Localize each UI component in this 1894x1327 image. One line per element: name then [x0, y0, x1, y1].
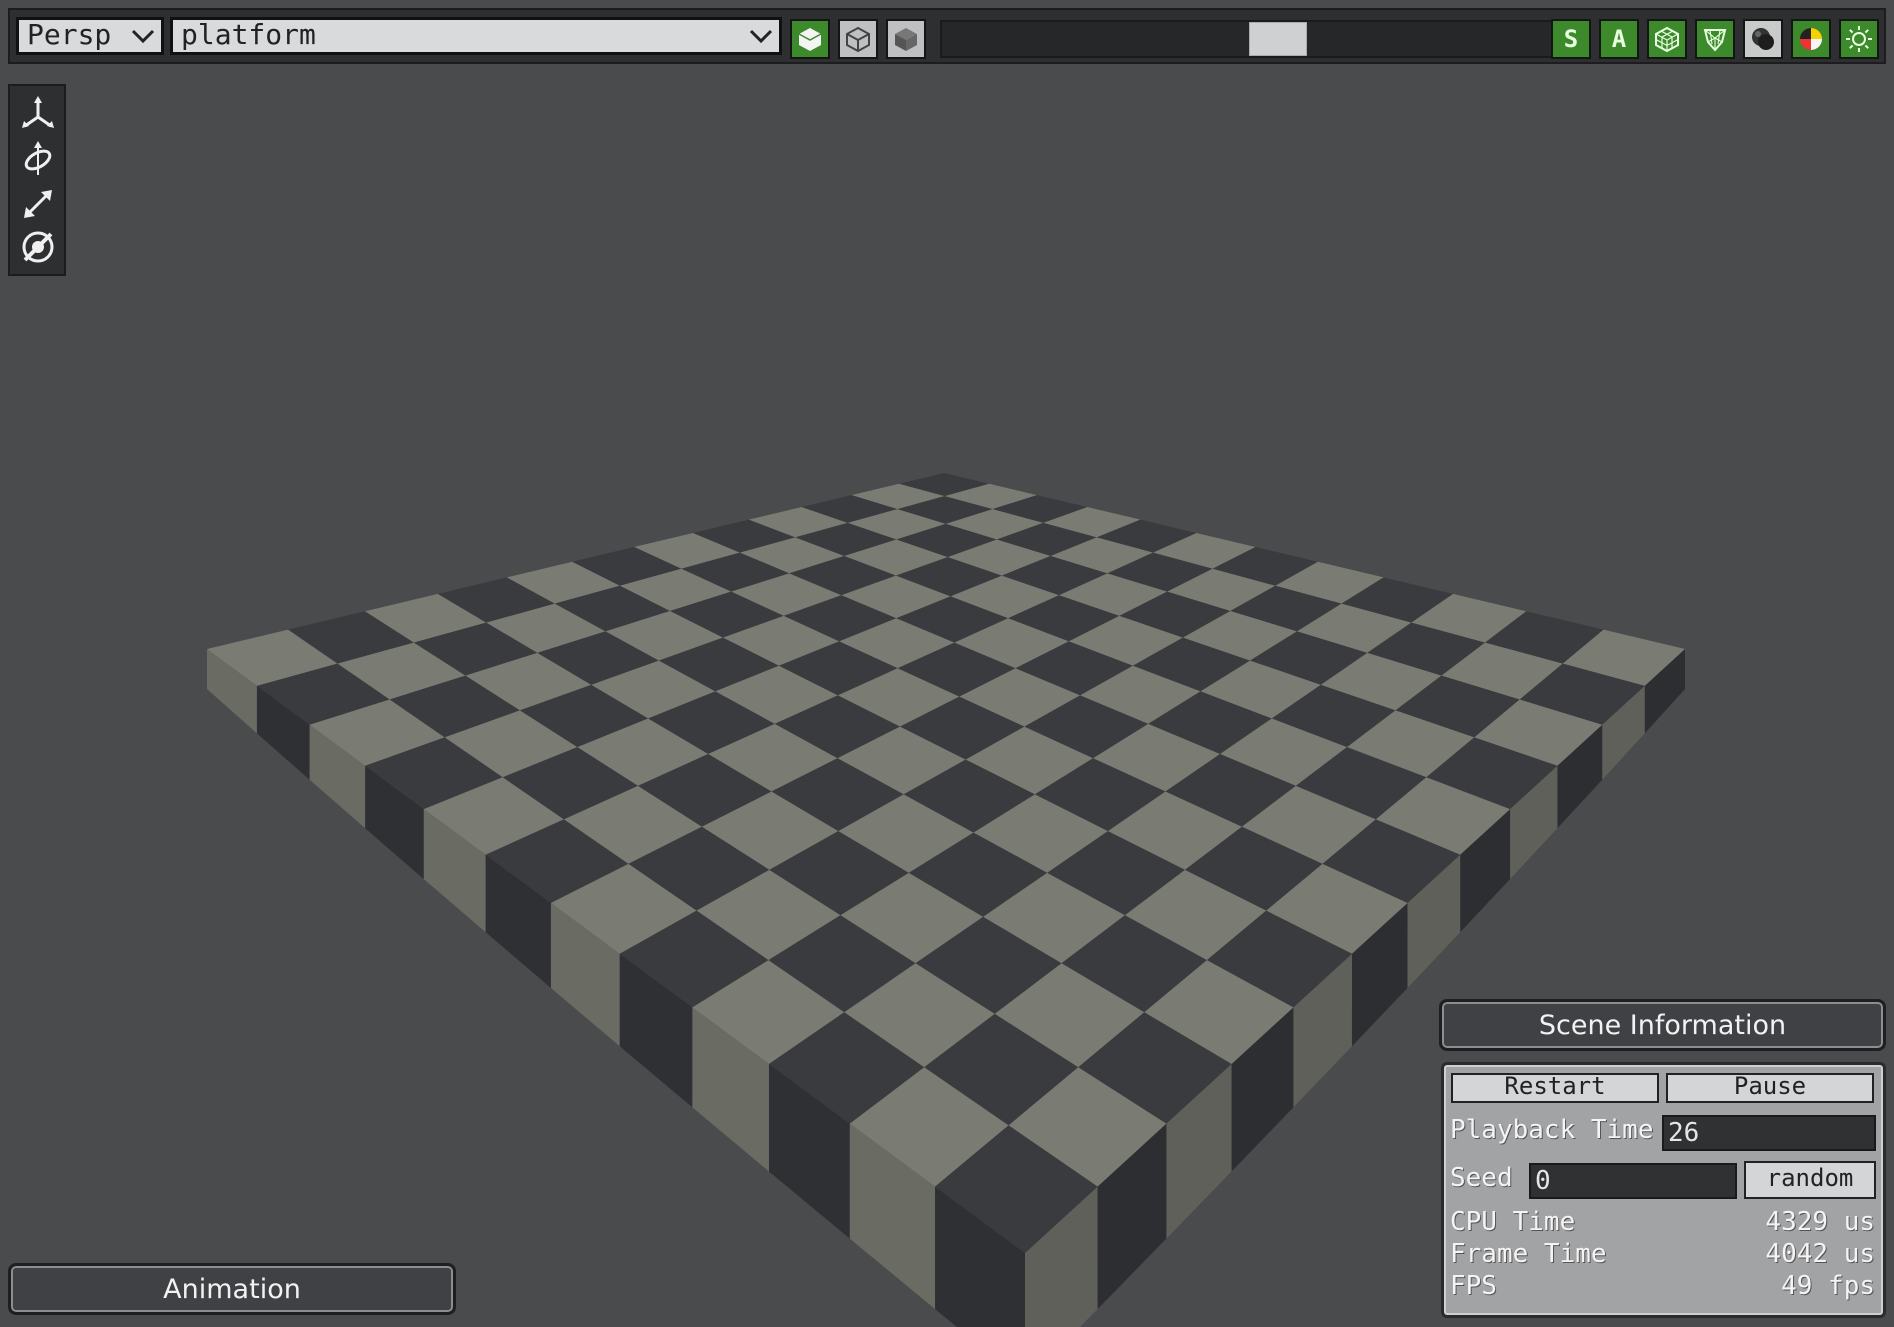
rotate-icon[interactable]: [19, 140, 57, 178]
scene-value: platform: [181, 18, 316, 51]
scene-info-header[interactable]: Scene Information: [1439, 999, 1886, 1051]
animation-panel-header[interactable]: Animation: [8, 1263, 456, 1315]
grid-toggle-button[interactable]: [1647, 19, 1687, 59]
visibility-icon[interactable]: [19, 228, 57, 266]
solid-cube-icon: [798, 28, 822, 51]
translate-icon[interactable]: [19, 95, 57, 133]
seed-label: Seed: [1450, 1163, 1513, 1193]
color-sphere-icon: [1800, 28, 1822, 50]
playback-time-field[interactable]: 26: [1662, 1115, 1876, 1151]
timeline-scrubber-thumb[interactable]: [1249, 22, 1307, 56]
a-toggle-label: A: [1611, 25, 1627, 53]
cpu-time-label: CPU Time: [1450, 1207, 1576, 1237]
random-seed-button[interactable]: random: [1744, 1161, 1876, 1199]
chevron-down-icon: [749, 29, 773, 44]
s-toggle-label: S: [1563, 25, 1579, 53]
wireframe-mode-button[interactable]: [838, 19, 878, 59]
timeline-scrubber[interactable]: [940, 20, 1553, 58]
wireframe-cube-icon: [846, 26, 870, 52]
shaded-mode-button[interactable]: [886, 19, 926, 59]
random-label: random: [1766, 1164, 1854, 1192]
shadow-sphere-icon: [1752, 28, 1774, 50]
pause-button[interactable]: Pause: [1666, 1073, 1874, 1103]
fps-label: FPS: [1450, 1271, 1497, 1301]
view-mode-value: Persp: [27, 18, 112, 51]
scene-info-title: Scene Information: [1538, 1009, 1787, 1041]
restart-button[interactable]: Restart: [1451, 1073, 1659, 1103]
light-toggle-button[interactable]: [1839, 19, 1879, 59]
shield-mesh-icon: [1703, 29, 1727, 52]
shadow-toggle-button[interactable]: [1743, 19, 1783, 59]
seed-field[interactable]: 0: [1529, 1163, 1737, 1199]
a-toggle-button[interactable]: A: [1599, 19, 1639, 59]
restart-label: Restart: [1504, 1072, 1606, 1100]
grid-cube-icon: [1655, 26, 1679, 52]
color-toggle-button[interactable]: [1791, 19, 1831, 59]
view-mode-dropdown[interactable]: Persp: [16, 17, 164, 55]
s-toggle-button[interactable]: S: [1551, 19, 1591, 59]
animation-panel-title: Animation: [163, 1273, 301, 1305]
scene-info-body: Restart Pause Playback Time 26 Seed 0 ra…: [1441, 1062, 1886, 1318]
chevron-down-icon: [131, 29, 155, 44]
fps-value: 49 fps: [1781, 1271, 1875, 1301]
scale-icon[interactable]: [19, 185, 57, 223]
cpu-time-value: 4329 us: [1765, 1207, 1875, 1237]
sun-icon: [1846, 26, 1872, 52]
mesh-toggle-button[interactable]: [1695, 19, 1735, 59]
scene-dropdown[interactable]: platform: [170, 17, 782, 55]
transform-tools: [8, 84, 66, 276]
frame-time-value: 4042 us: [1765, 1239, 1875, 1269]
top-toolbar: Persp platform S A: [8, 8, 1886, 64]
frame-time-label: Frame Time: [1450, 1239, 1607, 1269]
shaded-cube-icon: [895, 28, 917, 51]
pause-label: Pause: [1733, 1072, 1807, 1100]
playback-time-label: Playback Time: [1450, 1115, 1654, 1145]
solid-mode-button[interactable]: [790, 19, 830, 59]
